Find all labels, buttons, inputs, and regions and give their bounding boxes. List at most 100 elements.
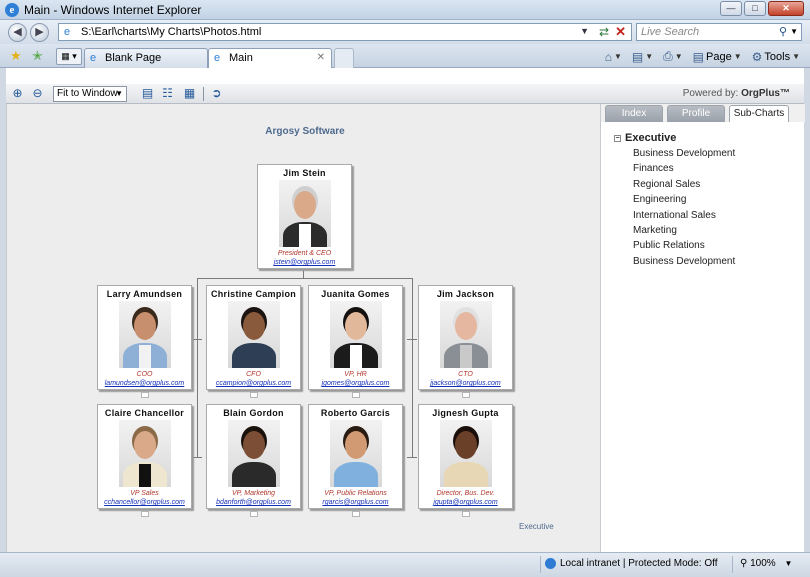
portrait-face <box>345 431 367 459</box>
org-card[interactable]: Claire Chancellor VP Sales cchancellor@o… <box>97 404 192 509</box>
employee-title: VP, HR <box>344 371 367 378</box>
tab-index[interactable]: Index <box>605 105 663 122</box>
employee-email-link[interactable]: jgupta@orgplus.com <box>419 499 512 506</box>
employee-email-link[interactable]: bdanforth@orgplus.com <box>207 499 300 506</box>
expand-icon[interactable] <box>250 392 258 398</box>
add-favorite-icon[interactable]: ✭ <box>32 48 43 64</box>
tree-item[interactable]: Public Relations <box>633 240 735 251</box>
org-card[interactable]: Larry Amundsen COO lamundsen@orgplus.com <box>97 285 192 390</box>
tree-item[interactable]: Finances <box>633 163 735 174</box>
tree-item[interactable]: Business Development <box>633 148 735 159</box>
expand-icon[interactable] <box>462 511 470 517</box>
forward-button[interactable]: ▶ <box>30 23 49 42</box>
fit-select[interactable]: Fit to Window ▼ <box>53 86 127 102</box>
side-panel: Index Profile Sub-Charts − Executive Bus… <box>600 104 805 552</box>
favorites-star-icon[interactable]: ★ <box>10 48 22 64</box>
employee-email-link[interactable]: jstein@orgplus.com <box>258 259 351 266</box>
status-bar: Local intranet | Protected Mode: Off ⚲ 1… <box>0 552 810 577</box>
org-card[interactable]: Blain Gordon VP, Marketing bdanforth@org… <box>206 404 301 509</box>
page-menu[interactable]: ▤ Page ▼ <box>693 50 742 64</box>
employee-title: CFO <box>246 371 261 378</box>
address-url[interactable]: S:\Earl\charts\My Charts\Photos.html <box>81 26 261 38</box>
company-title: Argosy Software <box>265 126 345 137</box>
command-bar: ⌂ ▼ ▤ ▼ ⎙ ▼ ▤ Page ▼ ⚙ Tools ▼ <box>605 49 800 64</box>
search-icon[interactable]: ⚲ <box>779 25 787 38</box>
expand-icon[interactable] <box>141 392 149 398</box>
employee-email-link[interactable]: rgarcis@orgplus.com <box>309 499 402 506</box>
tab-blank-page[interactable]: e Blank Page <box>84 48 208 68</box>
tree-item[interactable]: Marketing <box>633 225 735 236</box>
tab-sub-charts[interactable]: Sub-Charts <box>729 105 789 122</box>
toolbar-divider <box>203 87 204 101</box>
tree-item[interactable]: International Sales <box>633 210 735 221</box>
collapse-icon[interactable]: − <box>614 134 621 142</box>
window-controls: — □ ✕ <box>720 1 804 16</box>
tools-menu[interactable]: ⚙ Tools ▼ <box>752 50 800 64</box>
quick-tabs-button[interactable]: ▦ ▾ <box>56 48 82 65</box>
employee-photo <box>119 420 171 487</box>
employee-name: Claire Chancellor <box>104 408 185 418</box>
expand-icon[interactable] <box>352 511 360 517</box>
employee-email-link[interactable]: jjackson@orgplus.com <box>419 380 512 387</box>
expand-icon[interactable] <box>250 511 258 517</box>
search-box[interactable]: Live Search ⚲ ▼ <box>636 23 802 41</box>
org-card[interactable]: Roberto Garcis VP, Public Relations rgar… <box>308 404 403 509</box>
chevron-down-icon: ▼ <box>115 89 123 98</box>
minimize-button[interactable]: — <box>720 1 742 16</box>
home-button[interactable]: ⌂ ▼ <box>605 50 622 64</box>
tree-item[interactable]: Engineering <box>633 194 735 205</box>
print-button[interactable]: ⎙ ▼ <box>663 49 683 64</box>
executive-subchart-link[interactable]: Executive <box>519 522 554 531</box>
portrait-face <box>455 431 477 459</box>
org-card-root[interactable]: Jim Stein President & CEO jstein@orgplus… <box>257 164 352 269</box>
close-button[interactable]: ✕ <box>768 1 804 16</box>
search-placeholder[interactable]: Live Search <box>641 26 699 38</box>
employee-email-link[interactable]: jgomes@orgplus.com <box>309 380 402 387</box>
portrait-shirt <box>139 345 151 368</box>
employee-name: Jim Jackson <box>436 289 495 299</box>
employee-email-link[interactable]: lamundsen@orgplus.com <box>98 380 191 387</box>
org-card[interactable]: Christine Campion CFO ccampion@orgplus.c… <box>206 285 301 390</box>
security-zone[interactable]: Local intranet | Protected Mode: Off <box>545 558 718 569</box>
zoom-in-icon[interactable]: ⊕ <box>10 86 25 101</box>
stop-icon[interactable]: ✕ <box>615 24 626 40</box>
search-dropdown-icon[interactable]: ▼ <box>790 27 798 36</box>
page-menu-label: Page <box>706 50 732 63</box>
panel-tabs: Index Profile Sub-Charts <box>601 104 805 122</box>
expand-icon[interactable] <box>462 392 470 398</box>
employee-title: COO <box>136 371 153 378</box>
status-divider <box>540 556 541 573</box>
back-button[interactable]: ◀ <box>8 23 27 42</box>
tree-item[interactable]: Regional Sales <box>633 179 735 190</box>
address-bar[interactable]: e S:\Earl\charts\My Charts\Photos.html ▼… <box>58 23 632 41</box>
title-bar: e Main - Windows Internet Explorer — □ ✕ <box>0 0 810 20</box>
page-view-icon[interactable]: ▤ <box>140 86 155 101</box>
new-tab-button[interactable] <box>334 48 354 68</box>
maximize-button[interactable]: □ <box>744 1 766 16</box>
org-card[interactable]: Jignesh Gupta Director, Bus. Dev. jgupta… <box>418 404 513 509</box>
zoom-out-icon[interactable]: ⊖ <box>30 86 45 101</box>
export-icon[interactable]: ➲ <box>209 86 224 101</box>
tree-item[interactable]: Business Development <box>633 256 735 267</box>
portrait-face <box>345 312 367 340</box>
address-dropdown-icon[interactable]: ▼ <box>580 26 589 36</box>
tree-view-icon[interactable]: ☷ <box>160 86 175 101</box>
org-card[interactable]: Juanita Gomes VP, HR jgomes@orgplus.com <box>308 285 403 390</box>
employee-name: Roberto Garcis <box>320 408 391 418</box>
tab-close-icon[interactable]: ✕ <box>317 52 325 63</box>
org-card[interactable]: Jim Jackson CTO jjackson@orgplus.com <box>418 285 513 390</box>
portrait-shirt <box>248 345 260 368</box>
refresh-icon[interactable]: ⇄ <box>599 25 609 39</box>
tab-main[interactable]: e Main ✕ <box>208 48 332 68</box>
employee-name: Jignesh Gupta <box>432 408 499 418</box>
employee-email-link[interactable]: ccampion@orgplus.com <box>207 380 300 387</box>
page-icon: ▤ <box>692 49 704 64</box>
image-view-icon[interactable]: ▦ <box>182 86 197 101</box>
zoom-control[interactable]: ⚲ 100% ▼ <box>740 558 792 569</box>
feeds-button[interactable]: ▤ ▼ <box>632 50 653 64</box>
expand-icon[interactable] <box>352 392 360 398</box>
expand-icon[interactable] <box>141 511 149 517</box>
tab-profile[interactable]: Profile <box>667 105 725 122</box>
employee-email-link[interactable]: cchancellor@orgplus.com <box>98 499 191 506</box>
tree-root[interactable]: − Executive <box>614 132 735 144</box>
